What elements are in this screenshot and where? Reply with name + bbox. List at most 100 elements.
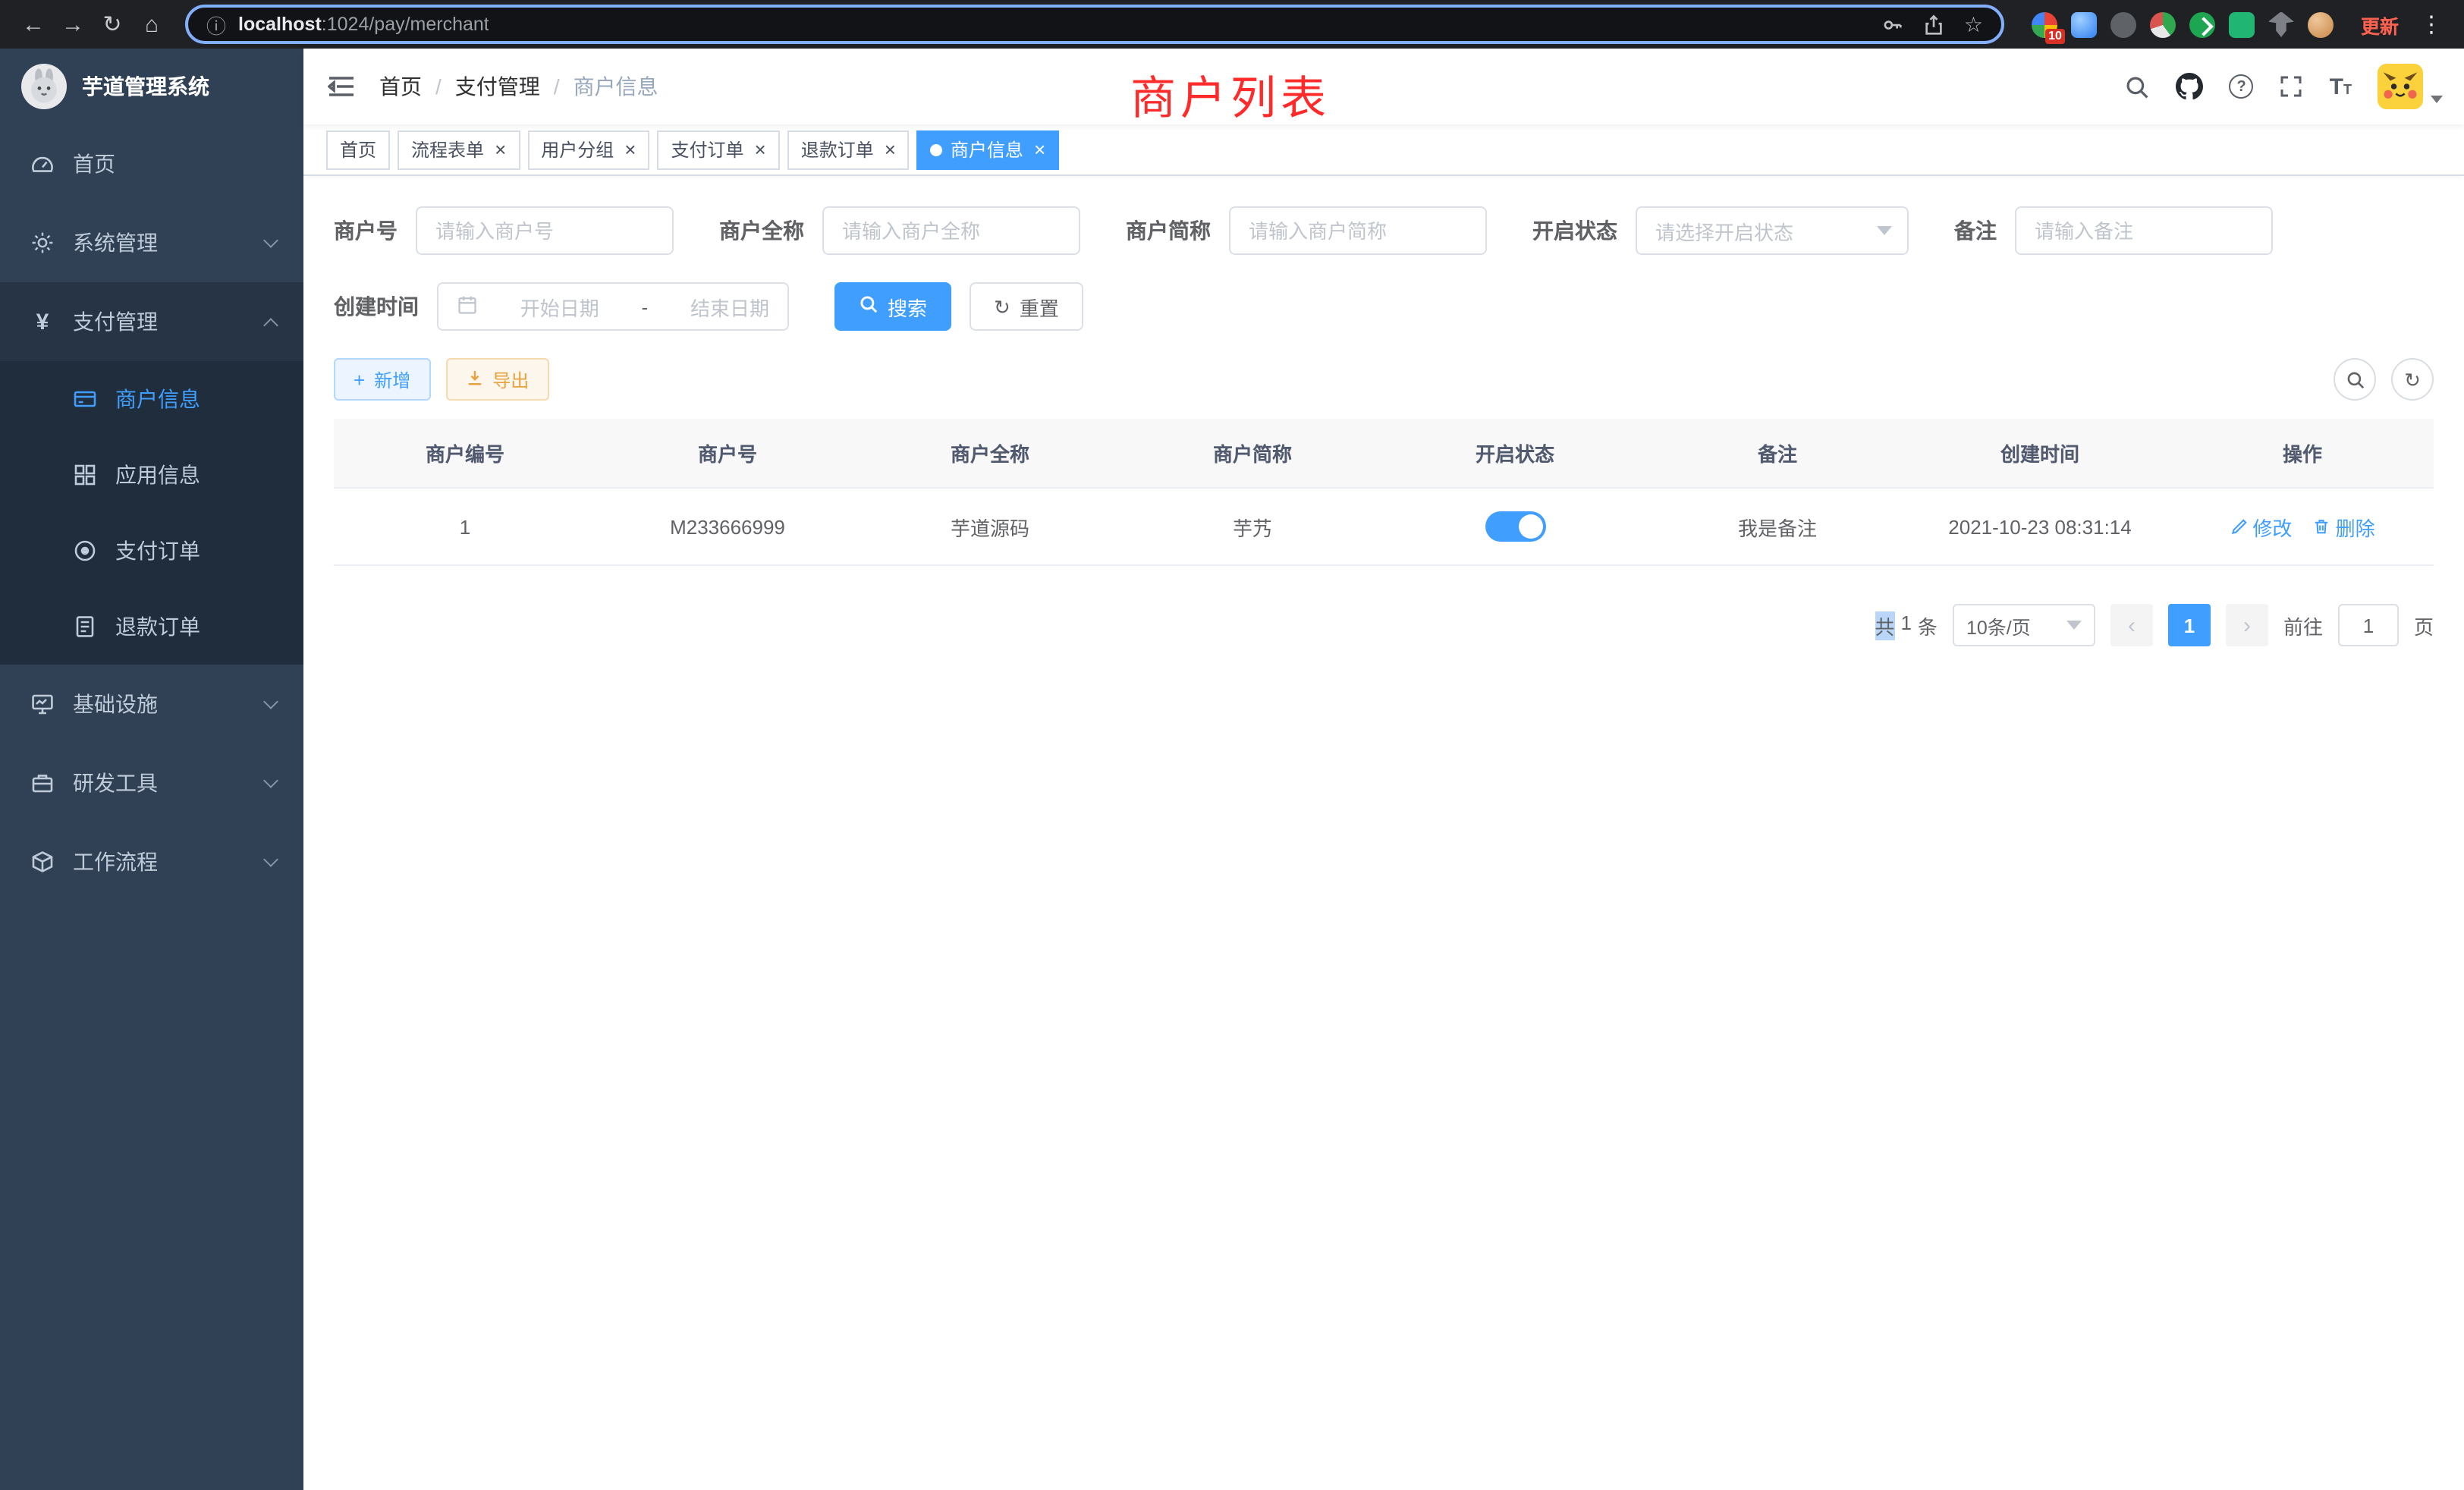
browser-menu-icon[interactable]: ⋮ (2414, 11, 2449, 38)
github-icon[interactable] (2176, 73, 2204, 100)
refresh-button[interactable]: ↻ (2391, 358, 2434, 401)
tab-merchant-info[interactable]: 商户信息× (917, 130, 1059, 169)
close-icon[interactable]: × (624, 140, 636, 159)
field-label: 创建时间 (334, 291, 419, 322)
delete-link[interactable]: 删除 (2313, 512, 2375, 541)
hamburger-icon[interactable] (303, 74, 379, 99)
tab-label: 用户分组 (541, 137, 614, 162)
chevron-down-icon (2431, 96, 2443, 103)
tab-pay-order[interactable]: 支付订单× (657, 130, 779, 169)
help-icon[interactable]: ? (2230, 74, 2254, 99)
sidebar-item-infrastructure[interactable]: 基础设施 (0, 665, 303, 743)
reset-button-label: 重置 (1020, 292, 1059, 321)
prev-page-button[interactable]: ‹ (2110, 604, 2153, 646)
search-button[interactable]: 搜索 (834, 282, 951, 331)
column-header: 商户号 (596, 419, 859, 488)
document-icon (73, 615, 97, 639)
sidebar-item-merchant-info[interactable]: 商户信息 (0, 361, 303, 437)
fullscreen-icon[interactable] (2280, 74, 2304, 99)
toggle-search-button[interactable] (2334, 358, 2376, 401)
breadcrumb-payment[interactable]: 支付管理 (455, 71, 540, 102)
edit-link-label: 修改 (2252, 512, 2292, 541)
table-toolbar: + 新增 导出 ↻ (334, 358, 2434, 401)
sidebar-item-label: 应用信息 (115, 460, 200, 490)
column-header: 商户编号 (334, 419, 596, 488)
extension-icon-6[interactable] (2229, 11, 2255, 37)
share-icon[interactable] (1923, 13, 1946, 36)
sidebar-item-payment[interactable]: ¥ 支付管理 (0, 282, 303, 361)
back-icon[interactable]: ← (15, 6, 52, 42)
cell-merchant-no: M233666999 (596, 488, 859, 565)
chevron-down-icon (263, 233, 278, 248)
status-toggle[interactable] (1485, 511, 1545, 542)
remark-input[interactable] (2015, 206, 2273, 255)
address-bar[interactable]: ⓘ localhost:1024/pay/merchant ☆ (185, 5, 2004, 44)
column-header: 商户全称 (859, 419, 1121, 488)
sidebar-item-dev-tools[interactable]: 研发工具 (0, 743, 303, 822)
status-select[interactable]: 请选择开启状态 (1636, 206, 1909, 255)
breadcrumb-separator: / (435, 74, 442, 99)
next-page-button[interactable]: › (2226, 604, 2268, 646)
close-icon[interactable]: × (495, 140, 506, 159)
sidebar-item-pay-order[interactable]: 支付订单 (0, 513, 303, 589)
pencil-icon (2230, 517, 2248, 536)
browser-update-button[interactable]: 更新 (2349, 10, 2411, 39)
sidebar-logo[interactable]: 芋道管理系统 (0, 49, 303, 124)
export-button[interactable]: 导出 (445, 358, 548, 401)
close-icon[interactable]: × (885, 140, 896, 159)
column-header: 创建时间 (1909, 419, 2171, 488)
profile-avatar-icon[interactable] (2308, 11, 2334, 37)
font-size-icon[interactable]: TT (2330, 75, 2352, 98)
add-button[interactable]: + 新增 (334, 358, 430, 401)
cell-remark: 我是备注 (1646, 488, 1909, 565)
total-prefix: 共 (1875, 611, 1894, 640)
sidebar-item-refund-order[interactable]: 退款订单 (0, 589, 303, 665)
home-icon[interactable]: ⌂ (134, 6, 170, 42)
merchant-name-input[interactable] (822, 206, 1080, 255)
tab-home[interactable]: 首页 (326, 130, 390, 169)
forward-icon[interactable]: → (55, 6, 91, 42)
site-info-icon[interactable]: ⓘ (206, 10, 226, 39)
user-avatar[interactable] (2378, 64, 2443, 109)
filter-row-2: 创建时间 开始日期 - 结束日期 搜索 ↻ 重置 (334, 282, 2434, 331)
reset-button[interactable]: ↻ 重置 (970, 282, 1083, 331)
sidebar: 芋道管理系统 首页 系统管理 ¥ 支付管理 商户信息 (0, 49, 303, 1490)
active-dot (931, 143, 943, 156)
page-size-select[interactable]: 10条/页 (1953, 604, 2095, 646)
breadcrumb-home[interactable]: 首页 (379, 71, 422, 102)
sidebar-item-system[interactable]: 系统管理 (0, 203, 303, 282)
search-icon[interactable] (2125, 74, 2151, 99)
merchant-no-input[interactable] (416, 206, 674, 255)
extension-icon-3[interactable] (2110, 11, 2136, 37)
page-number-button[interactable]: 1 (2168, 604, 2211, 646)
filter-merchant-no: 商户号 (334, 206, 674, 255)
close-icon[interactable]: × (755, 140, 766, 159)
reload-icon[interactable]: ↻ (94, 6, 130, 42)
field-label: 商户简称 (1126, 215, 1211, 246)
filter-create-time: 创建时间 开始日期 - 结束日期 (334, 282, 789, 331)
extension-icon-1[interactable]: 10 (2032, 11, 2057, 37)
monitor-icon (30, 692, 55, 716)
extension-icon-4[interactable] (2150, 11, 2176, 37)
cell-merchant-short: 芋艿 (1121, 488, 1384, 565)
extensions-pin-icon[interactable] (2268, 11, 2294, 37)
merchant-short-input[interactable] (1229, 206, 1487, 255)
tab-process-form[interactable]: 流程表单× (398, 130, 520, 169)
sidebar-item-workflow[interactable]: 工作流程 (0, 822, 303, 901)
sidebar-item-app-info[interactable]: 应用信息 (0, 437, 303, 513)
close-icon[interactable]: × (1034, 140, 1045, 159)
pagination: 共 1 条 10条/页 ‹ 1 › 前往 页 (334, 604, 2434, 646)
tab-user-group[interactable]: 用户分组 × (527, 130, 649, 169)
tab-refund-order[interactable]: 退款订单× (787, 130, 910, 169)
sidebar-item-home[interactable]: 首页 (0, 124, 303, 203)
extension-icon-2[interactable] (2071, 11, 2097, 37)
bookmark-star-icon[interactable]: ☆ (1964, 11, 1983, 37)
date-range-picker[interactable]: 开始日期 - 结束日期 (437, 282, 789, 331)
cell-merchant-id: 1 (334, 488, 596, 565)
sidebar-item-label: 基础设施 (73, 689, 158, 719)
breadcrumb: 首页 / 支付管理 / 商户信息 (379, 71, 658, 102)
goto-page-input[interactable] (2338, 604, 2399, 646)
extension-icon-5[interactable] (2189, 11, 2215, 37)
edit-link[interactable]: 修改 (2230, 512, 2292, 541)
password-key-icon[interactable] (1882, 13, 1905, 36)
